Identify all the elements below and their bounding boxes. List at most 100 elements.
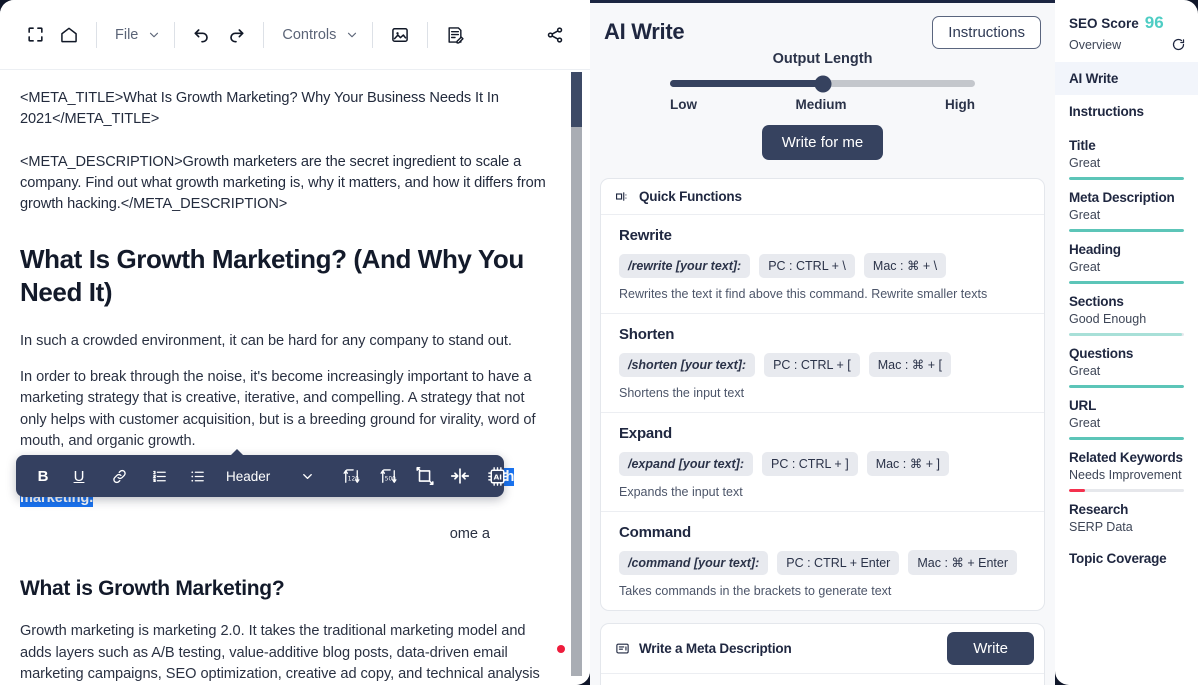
seo-metric-meta-description[interactable]: Meta Description Great	[1055, 180, 1198, 232]
seo-metric-heading[interactable]: Heading Great	[1055, 232, 1198, 284]
slider-tick-low: Low	[670, 97, 697, 112]
qf-command-chip[interactable]: /command [your text]:	[619, 550, 769, 575]
qf-command-chip[interactable]: /expand [your text]:	[619, 451, 753, 476]
quick-function-shorten: Shorten /shorten [your text]: PC : CTRL …	[601, 314, 1044, 413]
sidebar-item-instructions[interactable]: Instructions	[1055, 95, 1198, 128]
bold-button[interactable]: B	[30, 461, 56, 491]
write-meta-description-card: Write a Meta Description Write Uses Titl…	[600, 623, 1045, 685]
seo-metric-url[interactable]: URL Great	[1055, 388, 1198, 440]
qf-mac-shortcut-chip: Mac : ⌘ + \	[863, 253, 947, 278]
quick-function-rewrite: Rewrite /rewrite [your text]: PC : CTRL …	[601, 215, 1044, 314]
document-paragraph-4-fragment: ome a	[449, 525, 490, 542]
document-paragraph-5: Growth marketing is marketing 2.0. It ta…	[20, 623, 540, 682]
chevron-down-icon[interactable]	[294, 461, 320, 491]
file-menu[interactable]: File	[107, 27, 164, 43]
chevron-down-icon	[345, 28, 359, 42]
header-style-dropdown[interactable]: Header	[212, 469, 276, 484]
seo-metric-related-keywords[interactable]: Related Keywords Needs Improvement	[1055, 440, 1198, 492]
qf-pc-shortcut-chip: PC : CTRL + Enter	[777, 550, 900, 575]
controls-menu[interactable]: Controls	[274, 27, 362, 43]
meta-title-line: <META_TITLE>What Is Growth Marketing? Wh…	[20, 90, 499, 127]
seo-metric-name: Meta Description	[1069, 190, 1175, 205]
seo-metric-status: Great	[1069, 364, 1101, 378]
document-content[interactable]: <META_TITLE>What Is Growth Marketing? Wh…	[0, 70, 590, 685]
seo-metric-name: Questions	[1069, 346, 1134, 361]
seo-metric-name: Heading	[1069, 242, 1121, 257]
expand-500-icon[interactable]: 500	[375, 461, 401, 491]
ai-write-title: AI Write	[604, 19, 685, 44]
link-icon[interactable]	[106, 461, 132, 491]
editor-toolbar: File Controls	[0, 0, 590, 70]
overview-row[interactable]: Overview	[1055, 33, 1198, 62]
fullscreen-icon[interactable]	[18, 16, 52, 54]
output-length-control: Output Length Low Medium High	[590, 51, 1055, 112]
floating-format-toolbar: B U Header 120 500 AI	[16, 449, 507, 497]
qf-title: Rewrite	[619, 227, 672, 244]
qf-mac-shortcut-chip: Mac : ⌘ + [	[868, 352, 952, 377]
seo-metric-topic-coverage[interactable]: Topic Coverage	[1055, 541, 1198, 566]
qf-description: Expands the input text	[619, 485, 743, 499]
qf-mac-shortcut-chip: Mac : ⌘ + Enter	[908, 550, 1018, 575]
slider-knob[interactable]	[814, 75, 831, 92]
seo-metric-name: Related Keywords	[1069, 450, 1183, 465]
instructions-button[interactable]: Instructions	[932, 16, 1041, 49]
overview-label[interactable]: Overview	[1069, 38, 1121, 52]
share-icon[interactable]	[538, 16, 572, 54]
redo-icon[interactable]	[219, 16, 253, 54]
qf-pc-shortcut-chip: PC : CTRL + ]	[762, 451, 858, 476]
qf-pc-shortcut-chip: PC : CTRL + \	[759, 253, 855, 278]
document-paragraph-1: In such a crowded environment, it can be…	[20, 333, 512, 349]
ai-write-panel: AI Write Instructions Output Length Low …	[590, 0, 1055, 685]
slider-fill	[670, 80, 823, 87]
toolbar-divider	[96, 21, 97, 48]
chevron-down-icon	[147, 28, 161, 42]
seo-metric-name: Research	[1069, 502, 1129, 517]
quick-functions-card: Quick Functions Rewrite /rewrite [your t…	[600, 178, 1045, 611]
document-edit-icon[interactable]	[438, 16, 472, 54]
seo-metric-sections[interactable]: Sections Good Enough	[1055, 284, 1198, 336]
sidebar-item-ai-write[interactable]: AI Write	[1055, 62, 1198, 95]
ordered-list-icon[interactable]	[146, 461, 172, 491]
seo-metric-name: Sections	[1069, 294, 1124, 309]
quick-functions-title: Quick Functions	[639, 189, 742, 204]
document-editor-panel: File Controls <META_TITLE>What Is Growth…	[0, 0, 590, 685]
output-length-label: Output Length	[772, 51, 873, 67]
ai-chip-icon[interactable]: AI	[484, 461, 510, 491]
controls-menu-label: Controls	[282, 26, 337, 43]
document-heading-1: What Is Growth Marketing? (And Why You N…	[20, 244, 524, 307]
meta-description-card-header: Write a Meta Description Write	[601, 624, 1044, 674]
meta-description-card-body: Uses Title and Keywords to create new Me…	[601, 674, 1044, 685]
seo-metric-questions[interactable]: Questions Great	[1055, 336, 1198, 388]
underline-button[interactable]: U	[66, 461, 92, 491]
slider-tick-labels: Low Medium High	[670, 97, 975, 112]
write-for-me-button[interactable]: Write for me	[761, 125, 884, 160]
collapse-arrows-icon[interactable]	[447, 461, 473, 491]
output-length-slider[interactable]	[670, 75, 975, 92]
document-scrollbar[interactable]	[571, 72, 582, 676]
image-icon[interactable]	[383, 16, 417, 54]
qf-command-chip[interactable]: /rewrite [your text]:	[619, 253, 751, 278]
home-icon[interactable]	[52, 16, 86, 54]
write-button[interactable]: Write	[947, 632, 1034, 665]
resize-box-icon[interactable]	[412, 461, 438, 491]
document-paragraph-2: In order to break through the noise, it'…	[20, 368, 536, 450]
document-scrollbar-thumb[interactable]	[571, 72, 582, 127]
qf-description: Takes commands in the brackets to genera…	[619, 584, 892, 598]
seo-metric-status: Great	[1069, 416, 1101, 430]
qf-title: Command	[619, 524, 691, 541]
quick-functions-header: Quick Functions	[601, 179, 1044, 215]
seo-metric-status: Needs Improvement	[1069, 468, 1182, 482]
expand-120-icon[interactable]: 120	[338, 461, 364, 491]
seo-metric-title[interactable]: Title Great	[1055, 128, 1198, 180]
refresh-icon[interactable]	[1171, 37, 1186, 52]
seo-metric-status: Great	[1069, 156, 1101, 170]
bullet-list-icon[interactable]	[184, 461, 210, 491]
qf-command-chip[interactable]: /shorten [your text]:	[619, 352, 756, 377]
undo-icon[interactable]	[185, 16, 219, 54]
seo-score-label: SEO Score	[1069, 16, 1139, 31]
svg-text:500: 500	[385, 476, 396, 482]
seo-metric-status: SERP Data	[1069, 520, 1133, 534]
seo-metric-research[interactable]: Research SERP Data	[1055, 492, 1198, 534]
svg-text:AI: AI	[493, 472, 501, 481]
slider-tick-high: High	[944, 97, 975, 112]
